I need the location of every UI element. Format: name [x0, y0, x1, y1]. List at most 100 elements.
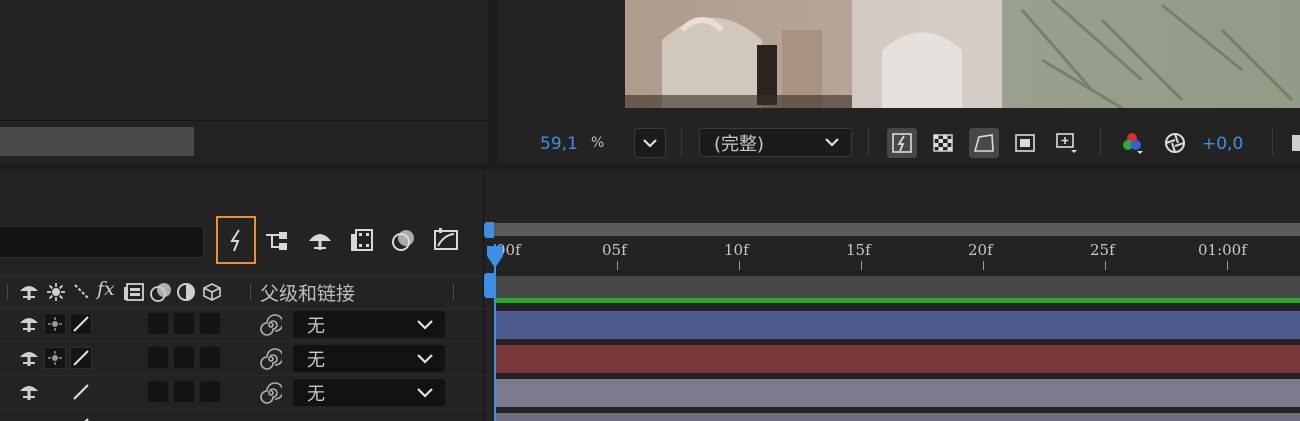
- resolution-dropdown[interactable]: (完整): [699, 128, 852, 157]
- toolbar-separator: [1100, 128, 1101, 156]
- time-navigator-bar[interactable]: [490, 223, 1300, 236]
- work-area-start-handle[interactable]: [484, 273, 494, 298]
- frame-blending-button[interactable]: [305, 225, 335, 255]
- panel-divider: [0, 120, 488, 121]
- project-scrollbar[interactable]: [0, 127, 194, 156]
- playhead-handle-icon[interactable]: [485, 244, 505, 270]
- chevron-down-icon: [643, 138, 657, 148]
- 3d-layer-icon[interactable]: [202, 282, 222, 302]
- quality-switch[interactable]: [70, 381, 92, 403]
- grid-guide-options-button[interactable]: [1051, 128, 1081, 158]
- chevron-down-icon: [417, 319, 433, 330]
- layer-row[interactable]: 无: [0, 342, 488, 375]
- ruler-label: 05f: [602, 241, 627, 259]
- sun-icon: [48, 317, 62, 331]
- exposure-value[interactable]: +0,0: [1202, 134, 1243, 154]
- parent-dropdown[interactable]: 无: [293, 379, 445, 406]
- chevron-down-icon: [417, 353, 433, 364]
- ruler-tick: [1227, 261, 1228, 270]
- zoom-dropdown-button[interactable]: [634, 128, 666, 158]
- ruler-tick: [983, 261, 984, 270]
- ruler-label: 20f: [968, 241, 993, 259]
- shy-layers-icon: [266, 232, 287, 250]
- layer-duration-bar[interactable]: [496, 379, 1300, 407]
- quality-switch[interactable]: [70, 347, 92, 369]
- grid-guide-icon: [1056, 133, 1077, 153]
- collapse-transform-icon[interactable]: [46, 282, 66, 302]
- collapse-transform-switch[interactable]: [44, 347, 66, 369]
- quality-line-partial: [72, 412, 92, 421]
- current-time-indicator[interactable]: [494, 244, 496, 421]
- film-strip-icon: [351, 229, 373, 251]
- quality-switch[interactable]: [70, 313, 92, 335]
- parent-dropdown[interactable]: 无: [293, 311, 445, 338]
- shy-icon[interactable]: [18, 382, 40, 402]
- motion-blur-toggle[interactable]: [389, 225, 419, 255]
- mask-visibility-button[interactable]: [969, 128, 999, 158]
- ruler-labels: 00f 05f 10f 15f 20f 25f 01:00f: [496, 241, 1300, 273]
- pick-whip-icon[interactable]: [260, 314, 282, 336]
- effects-fx-icon[interactable]: fx: [97, 278, 115, 300]
- layer-row[interactable]: 无: [0, 308, 488, 341]
- quality-line-icon: [73, 316, 89, 332]
- quality-icon[interactable]: [72, 282, 92, 302]
- pick-whip-icon[interactable]: [260, 382, 282, 404]
- shy-icon[interactable]: [18, 348, 40, 368]
- column-divider: [7, 284, 8, 300]
- ruler-tick: [739, 261, 740, 270]
- composition-preview-image: [622, 0, 1300, 108]
- effects-switch[interactable]: [148, 381, 168, 402]
- motion-blur-switch[interactable]: [200, 313, 220, 334]
- zoom-value[interactable]: 59,1: [540, 134, 578, 154]
- layer-duration-bar[interactable]: [496, 345, 1300, 373]
- region-of-interest-icon: [1015, 134, 1035, 152]
- graph-editor-button[interactable]: [431, 225, 461, 255]
- ruler-tick: [1105, 261, 1106, 270]
- region-of-interest-button[interactable]: [1010, 128, 1040, 158]
- frame-blend-switch[interactable]: [174, 313, 194, 334]
- effects-switch[interactable]: [148, 347, 168, 368]
- adjustment-layer-icon[interactable]: [176, 282, 196, 302]
- frame-blend-switch[interactable]: [174, 381, 194, 402]
- chevron-down-icon: [417, 387, 433, 398]
- navigator-start-handle[interactable]: [484, 222, 494, 238]
- motion-blur-switch[interactable]: [200, 381, 220, 402]
- show-channel-button[interactable]: [1117, 128, 1147, 158]
- shy-icon-partial: [18, 412, 38, 421]
- viewer-toolbar: 59,1 % (完整) +0,0: [497, 118, 1300, 163]
- more-options-icon[interactable]: [1292, 135, 1300, 151]
- shy-icon[interactable]: [18, 314, 40, 334]
- layer-row[interactable]: 无: [0, 376, 488, 409]
- fast-previews-button[interactable]: [887, 128, 917, 158]
- motion-blur-column-icon[interactable]: [149, 281, 173, 303]
- quality-line-icon: [73, 350, 89, 366]
- pick-whip-icon[interactable]: [260, 348, 282, 370]
- effects-switch[interactable]: [148, 313, 168, 334]
- frame-blending-icon: [309, 234, 331, 250]
- layer-bar-fill-1: [496, 345, 1300, 373]
- row-divider: [0, 409, 488, 410]
- parent-dropdown[interactable]: 无: [293, 345, 445, 372]
- sun-icon: [48, 351, 62, 365]
- reset-exposure-button[interactable]: [1160, 128, 1190, 158]
- ruler-tick: [617, 261, 618, 270]
- layer-search-input[interactable]: [0, 226, 204, 258]
- parent-link-header: 父级和链接: [260, 283, 356, 305]
- ruler-label: 15f: [846, 241, 871, 259]
- work-area-bar[interactable]: [496, 276, 1300, 298]
- collapse-transform-switch[interactable]: [44, 313, 66, 335]
- ruler-label: 10f: [724, 241, 749, 259]
- shy-layers-button[interactable]: [263, 225, 293, 255]
- layer-duration-bar[interactable]: [496, 311, 1300, 339]
- layer-bar-fill-2: [496, 379, 1300, 407]
- layer-duration-bar-partial: [496, 413, 1300, 421]
- shy-icon[interactable]: [18, 282, 40, 302]
- frame-blend-column-icon[interactable]: [123, 282, 145, 302]
- toolbar-separator: [1272, 128, 1273, 156]
- parent-dropdown-value: 无: [307, 383, 325, 405]
- toolbar-separator: [868, 128, 869, 156]
- frame-blend-switch[interactable]: [174, 347, 194, 368]
- motion-blur-button[interactable]: [347, 225, 377, 255]
- motion-blur-switch[interactable]: [200, 347, 220, 368]
- transparency-grid-button[interactable]: [928, 128, 958, 158]
